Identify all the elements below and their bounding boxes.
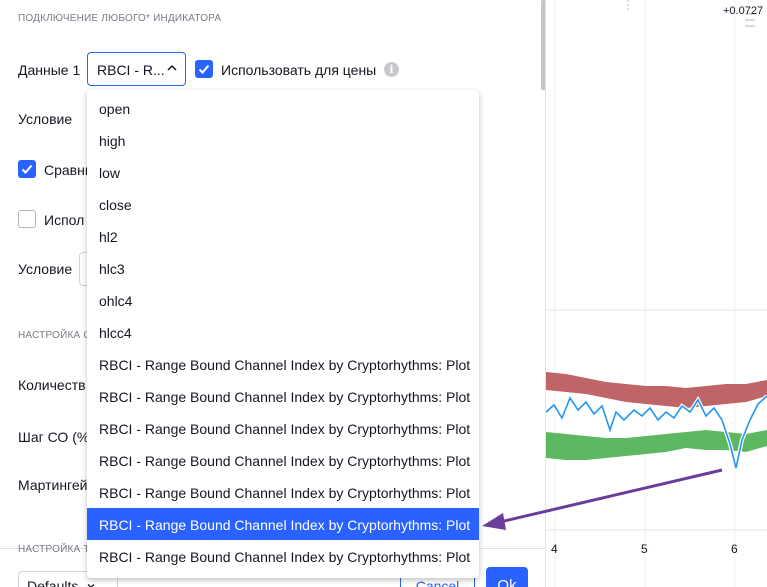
dropdown-option[interactable]: RBCI - Range Bound Channel Index by Cryp… <box>87 348 479 380</box>
compare-label: Сравни <box>44 162 93 178</box>
dropdown-option[interactable]: RBCI - Range Bound Channel Index by Cryp… <box>87 540 479 572</box>
dropdown-option[interactable]: RBCI - Range Bound Channel Index by Cryp… <box>87 476 479 508</box>
dropdown-option[interactable]: RBCI - Range Bound Channel Index by Cryp… <box>87 380 479 412</box>
data1-select-value: RBCI - R... <box>97 62 165 78</box>
chevron-down-icon <box>87 584 95 587</box>
step-label: Шаг СО (%) <box>18 429 94 445</box>
dropdown-option[interactable]: close <box>87 188 479 220</box>
upper-band <box>546 372 767 408</box>
chevron-up-icon <box>167 64 177 71</box>
x-tick: 5 <box>641 542 648 556</box>
dropdown-option[interactable]: hl2 <box>87 220 479 252</box>
data1-source-select[interactable]: RBCI - R... <box>87 52 186 86</box>
section-title-2: НАСТРОЙКА С <box>18 330 91 341</box>
dropdown-option[interactable]: open <box>87 92 479 124</box>
dropdown-option[interactable]: RBCI - Range Bound Channel Index by Cryp… <box>87 444 479 476</box>
dropdown-option[interactable]: ohlc4 <box>87 284 479 316</box>
use-label: Испол <box>44 212 85 228</box>
defaults-label: Defaults <box>27 578 79 587</box>
x-tick: 4 <box>551 542 558 556</box>
dropdown-option-selected[interactable]: RBCI - Range Bound Channel Index by Cryp… <box>87 508 479 540</box>
condition-label: Условие <box>18 111 73 127</box>
martingale-label: Мартингей <box>18 477 88 493</box>
dropdown-option[interactable]: high <box>87 124 479 156</box>
info-icon[interactable]: i <box>384 62 399 77</box>
chart-top-value: +0.0727 <box>723 5 763 17</box>
source-dropdown[interactable]: open high low close hl2 hlc3 ohlc4 hlcc4… <box>87 90 479 578</box>
use-checkbox[interactable] <box>18 210 36 228</box>
check-icon <box>198 64 210 74</box>
dropdown-option[interactable]: low <box>87 156 479 188</box>
use-for-price-label: Использовать для цены <box>221 62 377 78</box>
data1-label: Данные 1 <box>18 62 81 78</box>
compare-checkbox[interactable] <box>18 160 36 178</box>
x-tick: 6 <box>731 542 738 556</box>
check-icon <box>21 164 33 174</box>
ok-button[interactable]: Ok <box>486 567 528 587</box>
chart-canvas: +0.0727 4 5 6 <box>544 0 767 587</box>
dropdown-option[interactable]: RBCI - Range Bound Channel Index by Cryp… <box>87 412 479 444</box>
chart-area: +0.0727 4 5 6 <box>544 0 767 587</box>
section-title: ПОДКЛЮЧЕНИЕ ЛЮБОГО* ИНДИКАТОРА <box>18 13 222 24</box>
section-title-3: НАСТРОЙКА Т <box>18 544 90 555</box>
condition-label-2: Условие <box>18 261 73 277</box>
use-for-price-checkbox[interactable] <box>195 60 213 78</box>
quantity-label: Количеств <box>18 377 86 393</box>
dropdown-option[interactable]: hlc3 <box>87 252 479 284</box>
dropdown-option[interactable]: hlcc4 <box>87 316 479 348</box>
